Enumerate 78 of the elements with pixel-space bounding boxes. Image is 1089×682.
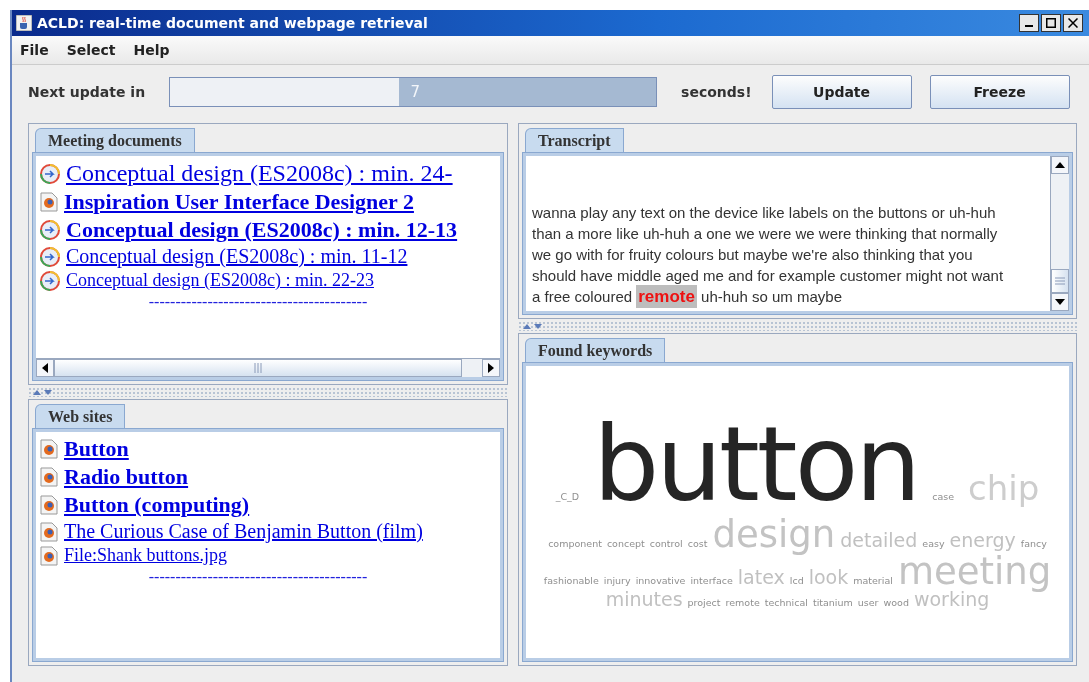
- keyword[interactable]: fashionable: [543, 575, 599, 585]
- update-label: Next update in: [28, 84, 146, 100]
- document-link[interactable]: Conceptual design (ES2008c) : min. 11-12: [66, 245, 408, 268]
- separator-line: -----------------------------------------: [147, 568, 369, 586]
- keyword[interactable]: minutes: [605, 589, 683, 609]
- menu-item[interactable]: Select: [66, 42, 116, 58]
- grip-icon: [254, 363, 262, 373]
- menu-item[interactable]: Help: [133, 42, 170, 58]
- vertical-scrollbar[interactable]: [1050, 156, 1069, 311]
- page-globe-icon: [40, 545, 58, 566]
- keyword[interactable]: fancy: [1020, 538, 1047, 548]
- keyword[interactable]: user: [857, 597, 879, 607]
- up-arrow-icon[interactable]: [1055, 161, 1065, 169]
- page-globe-icon: [40, 467, 58, 487]
- page-globe-icon: [40, 521, 58, 542]
- document-link[interactable]: File:Shank buttons.jpg: [64, 545, 227, 566]
- keyword[interactable]: wood: [883, 597, 909, 607]
- keyword[interactable]: _C_D: [555, 491, 580, 501]
- seconds-label: seconds!: [681, 84, 752, 100]
- keyword[interactable]: cost: [687, 538, 708, 548]
- collapse-arrows-icon[interactable]: [522, 322, 544, 330]
- maximize-icon: [1046, 18, 1056, 28]
- toolbar-button[interactable]: Freeze: [929, 75, 1070, 109]
- keyword[interactable]: button: [593, 411, 919, 516]
- keyword[interactable]: meeting: [897, 552, 1052, 590]
- panel-tab[interactable]: Meeting documents: [35, 128, 195, 153]
- keyword[interactable]: concept: [606, 538, 645, 548]
- keyword[interactable]: innovative: [635, 575, 686, 585]
- keyword[interactable]: working: [913, 589, 990, 609]
- minimize-button[interactable]: [1019, 14, 1039, 32]
- document-link[interactable]: The Curious Case of Benjamin Button (film): [64, 520, 423, 543]
- keyword[interactable]: project: [687, 597, 721, 607]
- document-link[interactable]: Radio button: [64, 464, 189, 490]
- document-link[interactable]: Inspiration User Interface Designer 2: [64, 189, 414, 215]
- collapse-arrows-icon[interactable]: [32, 388, 54, 396]
- keyword[interactable]: easy: [922, 538, 945, 548]
- right-arrow-icon[interactable]: [487, 363, 495, 373]
- separator-line: -----------------------------------------: [147, 293, 369, 311]
- keyword[interactable]: component: [548, 538, 602, 548]
- window-title: ACLD: real-time document and webpage retrieval: [37, 15, 429, 31]
- keyword[interactable]: case: [932, 491, 954, 501]
- document-link[interactable]: Conceptual design (ES2008c) : min. 22-23: [66, 270, 374, 291]
- maximize-button[interactable]: [1041, 14, 1061, 32]
- panel-tab[interactable]: Found keywords: [525, 338, 666, 363]
- keyword[interactable]: energy: [949, 530, 1016, 550]
- keyword[interactable]: material: [853, 575, 893, 585]
- page-globe-icon: [40, 439, 58, 459]
- horizontal-scrollbar[interactable]: [36, 358, 500, 377]
- document-link[interactable]: Button: [64, 436, 129, 462]
- keyword[interactable]: interface: [690, 575, 733, 585]
- keyword[interactable]: look: [808, 567, 849, 587]
- keyword[interactable]: titanium: [812, 597, 853, 607]
- page-globe-icon: [40, 192, 58, 212]
- close-icon: [1068, 18, 1078, 28]
- keyword[interactable]: technical: [764, 597, 808, 607]
- document-link[interactable]: Conceptual design (ES2008c) : min. 24-: [66, 160, 453, 187]
- grip-icon: [1055, 277, 1065, 285]
- keyword[interactable]: design: [712, 515, 836, 553]
- document-link[interactable]: Button (computing): [64, 492, 250, 518]
- toolbar-button[interactable]: Update: [771, 75, 912, 109]
- keyword[interactable]: latex: [737, 567, 785, 587]
- keyword[interactable]: remote: [725, 597, 760, 607]
- panel-tab[interactable]: Transcript: [525, 128, 624, 153]
- down-arrow-icon[interactable]: [1055, 298, 1065, 306]
- panel-tab[interactable]: Web sites: [35, 404, 126, 429]
- keyword[interactable]: control: [649, 538, 683, 548]
- document-link[interactable]: Conceptual design (ES2008c) : min. 12-13: [66, 217, 458, 243]
- page-globe-icon: [40, 495, 58, 515]
- coffee-cup-icon: [16, 15, 32, 31]
- keyword[interactable]: detailed: [840, 530, 918, 550]
- transcript-text: wanna play any text on the device like labels on the buttons or uh-huh than a more like uh-huh a one we were we were thinking that normally we go with for fruity colours but maybe we're also thinking that you should have middle aged me and for example customer might not want a free coloured remote uh-huh so um maybe: [532, 203, 1005, 307]
- close-button[interactable]: [1063, 14, 1083, 32]
- keyword[interactable]: injury: [603, 575, 631, 585]
- countdown-value: 7: [410, 83, 421, 101]
- left-arrow-icon[interactable]: [41, 363, 49, 373]
- keyword[interactable]: lcd: [789, 575, 804, 585]
- minimize-icon: [1025, 25, 1033, 27]
- menu-item[interactable]: File: [20, 42, 49, 58]
